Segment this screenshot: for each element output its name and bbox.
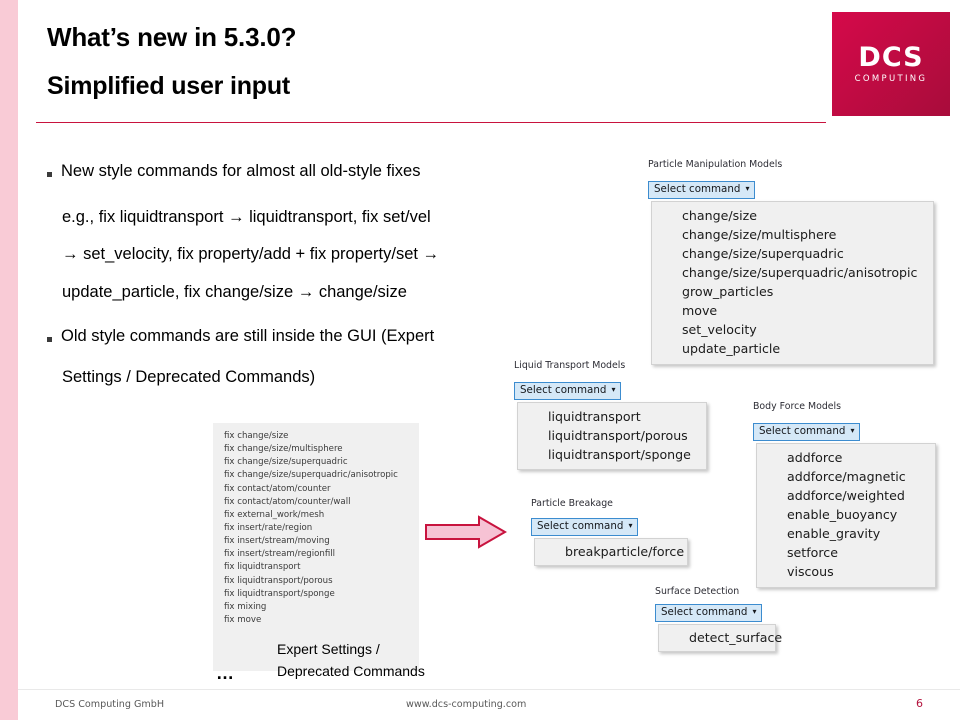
logo-subtitle: COMPUTING [854, 74, 928, 84]
select-command-label: Select command [654, 183, 741, 195]
menu-item[interactable]: viscous [757, 563, 935, 582]
chevron-down-icon: ▾ [745, 184, 750, 193]
bullet-item-2: Old style commands are still inside the … [47, 327, 435, 345]
old-style-line-2: Settings / Deprecated Commands) [62, 368, 316, 386]
chevron-down-icon: ▾ [628, 521, 633, 530]
example-line-1: e.g., fix liquidtransport → liquidtransp… [62, 208, 431, 226]
list-item[interactable]: fix liquidtransport/sponge [213, 588, 419, 601]
list-item[interactable]: fix liquidtransport/porous [213, 575, 419, 588]
panel-label-surface-detection: Surface Detection [655, 586, 740, 597]
panel-label-liquid-transport: Liquid Transport Models [514, 360, 626, 371]
menu-item[interactable]: liquidtransport [518, 407, 706, 426]
list-item[interactable]: fix contact/atom/counter/wall [213, 496, 419, 509]
footer-divider [18, 689, 960, 690]
annotation-line-2: Deprecated Commands [277, 663, 425, 679]
list-item[interactable]: fix insert/stream/regionfill [213, 548, 419, 561]
list-item[interactable]: fix liquidtransport [213, 561, 419, 574]
menu-item[interactable]: breakparticle/force [535, 542, 687, 561]
deprecated-commands-list[interactable]: fix change/size fix change/size/multisph… [213, 423, 419, 671]
select-command-button-liquid-transport[interactable]: Select command ▾ [514, 382, 622, 401]
menu-item[interactable]: setforce [757, 544, 935, 563]
list-item[interactable]: fix external_work/mesh [213, 509, 419, 522]
list-item[interactable]: fix insert/rate/region [213, 522, 419, 535]
ellipsis-indicator: … [216, 663, 236, 683]
dropdown-menu-liquid-transport[interactable]: liquidtransport liquidtransport/porous l… [517, 402, 707, 471]
dcs-logo: DCS COMPUTING [832, 12, 950, 116]
menu-item[interactable]: detect_surface [659, 628, 782, 647]
menu-item[interactable]: change/size [652, 206, 933, 225]
menu-item[interactable]: update_particle [652, 340, 933, 359]
list-item[interactable]: fix change/size/multisphere [213, 443, 419, 456]
slide-canvas: What’s new in 5.3.0? Simplified user inp… [0, 0, 960, 720]
list-item[interactable]: fix insert/stream/moving [213, 535, 419, 548]
panel-label-particle-manipulation: Particle Manipulation Models [648, 159, 783, 170]
list-item[interactable]: fix mixing [213, 601, 419, 614]
list-item[interactable]: fix change/size/superquadric/anisotropic [213, 469, 419, 482]
menu-item[interactable]: liquidtransport/porous [518, 426, 706, 445]
right-arrow-icon [425, 515, 508, 549]
menu-item[interactable]: change/size/multisphere [652, 225, 933, 244]
left-accent-bar [0, 0, 18, 720]
example-line-2: → set_velocity, fix property/add + fix p… [62, 245, 440, 263]
page-subtitle: Simplified user input [47, 72, 291, 100]
dropdown-menu-particle-manipulation[interactable]: change/size change/size/multisphere chan… [651, 201, 934, 365]
select-command-button-body-force[interactable]: Select command ▾ [753, 423, 861, 442]
header-divider [36, 122, 826, 123]
bullet-text-1: New style commands for almost all old-st… [61, 162, 421, 180]
annotation-line-1: Expert Settings / [277, 641, 380, 657]
list-item[interactable]: fix change/size [213, 430, 419, 443]
list-item[interactable]: fix change/size/superquadric [213, 456, 419, 469]
example-line-3: update_particle, fix change/size → chang… [62, 283, 407, 301]
list-item[interactable]: fix move [213, 614, 419, 627]
page-number: 6 [916, 697, 923, 710]
dropdown-menu-surface-detection[interactable]: detect_surface [658, 624, 782, 653]
logo-wordmark: DCS [858, 42, 924, 73]
select-command-button-surface-detection[interactable]: Select command ▾ [655, 604, 763, 623]
footer-website: www.dcs-computing.com [406, 699, 527, 710]
footer-company: DCS Computing GmbH [55, 699, 165, 710]
bullet-square-icon [47, 337, 52, 342]
select-command-label: Select command [537, 520, 624, 532]
menu-item[interactable]: addforce [757, 448, 935, 467]
select-command-label: Select command [661, 606, 748, 618]
menu-item[interactable]: addforce/magnetic [757, 467, 935, 486]
menu-item[interactable]: grow_particles [652, 282, 933, 301]
menu-item[interactable]: change/size/superquadric/anisotropic [652, 263, 933, 282]
menu-item[interactable]: addforce/weighted [757, 486, 935, 505]
bullet-item-1: New style commands for almost all old-st… [47, 162, 421, 180]
select-command-button-particle-manipulation[interactable]: Select command ▾ [648, 181, 756, 200]
bullet-text-2: Old style commands are still inside the … [61, 327, 435, 345]
menu-item[interactable]: move [652, 302, 933, 321]
list-item[interactable]: fix contact/atom/counter [213, 483, 419, 496]
menu-item[interactable]: set_velocity [652, 321, 933, 340]
chevron-down-icon: ▾ [611, 385, 616, 394]
chevron-down-icon: ▾ [752, 607, 757, 616]
menu-item[interactable]: change/size/superquadric [652, 244, 933, 263]
select-command-label: Select command [759, 425, 846, 437]
dropdown-menu-particle-breakage[interactable]: breakparticle/force [534, 538, 688, 567]
select-command-label: Select command [520, 384, 607, 396]
panel-label-particle-breakage: Particle Breakage [531, 498, 613, 509]
dropdown-menu-body-force[interactable]: addforce addforce/magnetic addforce/weig… [756, 443, 936, 588]
page-title: What’s new in 5.3.0? [47, 22, 297, 52]
menu-item[interactable]: liquidtransport/sponge [518, 445, 706, 464]
bullet-square-icon [47, 172, 52, 177]
chevron-down-icon: ▾ [850, 426, 855, 435]
menu-item[interactable]: enable_buoyancy [757, 505, 935, 524]
select-command-button-particle-breakage[interactable]: Select command ▾ [531, 518, 639, 537]
panel-label-body-force: Body Force Models [753, 401, 842, 412]
menu-item[interactable]: enable_gravity [757, 524, 935, 543]
